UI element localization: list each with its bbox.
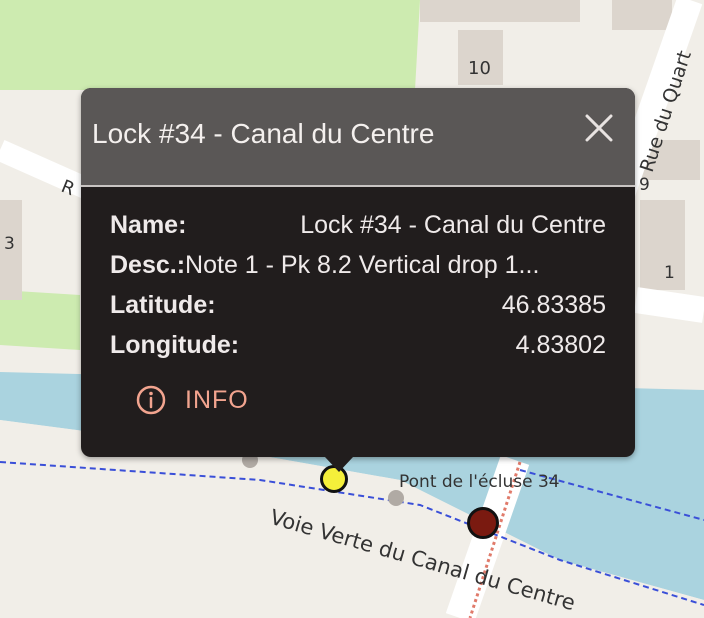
info-button[interactable]: INFO (135, 384, 249, 416)
popup-header: Lock #34 - Canal du Centre (81, 88, 635, 187)
building (420, 0, 580, 22)
popup-pointer (325, 457, 353, 472)
house-number-1: 1 (664, 263, 675, 283)
longitude-label: Longitude: (110, 331, 240, 359)
name-label: Name: (110, 211, 187, 239)
close-icon (585, 114, 613, 142)
latitude-value: 46.83385 (501, 291, 606, 319)
house-number-9: 9 (639, 175, 650, 195)
road (634, 287, 704, 323)
detail-row-desc: Desc.: Note 1 - Pk 8.2 Vertical drop 1..… (110, 251, 606, 291)
building (640, 200, 685, 290)
house-number-10: 10 (468, 58, 491, 79)
detail-row-latitude: Latitude: 46.83385 (110, 291, 606, 331)
bridge-label: Pont de l'écluse 34 (399, 472, 560, 492)
map-dot (388, 490, 404, 506)
popup-title: Lock #34 - Canal du Centre (92, 118, 435, 149)
lock-marker[interactable] (467, 507, 499, 539)
building (612, 0, 672, 30)
latitude-label: Latitude: (110, 291, 216, 319)
longitude-value: 4.83802 (515, 331, 606, 359)
desc-value: Note 1 - Pk 8.2 Vertical drop 1... (185, 251, 540, 279)
marker-popup: Lock #34 - Canal du Centre Name: Lock #3… (81, 88, 635, 472)
name-value: Lock #34 - Canal du Centre (300, 211, 606, 239)
popup-details: Name: Lock #34 - Canal du Centre Desc.: … (110, 211, 606, 371)
detail-row-longitude: Longitude: 4.83802 (110, 331, 606, 371)
park-area (0, 0, 420, 90)
detail-row-name: Name: Lock #34 - Canal du Centre (110, 211, 606, 251)
info-button-label: INFO (185, 385, 249, 414)
desc-label: Desc.: (110, 251, 186, 279)
house-number-3: 3 (4, 234, 15, 254)
close-button[interactable] (583, 112, 615, 144)
info-icon (136, 385, 166, 415)
